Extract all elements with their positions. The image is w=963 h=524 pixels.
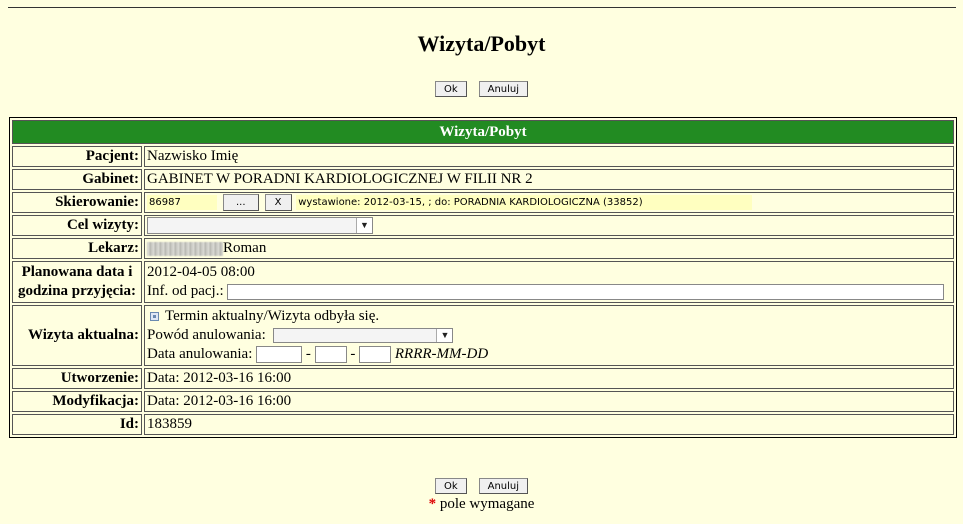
referral-browse-button[interactable]: ... [222, 194, 259, 212]
referral-clear-button[interactable]: X [264, 194, 292, 212]
referral-label: Skierowanie: [12, 192, 142, 214]
row-clinic: Gabinet: GABINET W PORADNI KARDIOLOGICZN… [12, 169, 954, 190]
referral-cell: 86987 ... X wystawione: 2012-03-15, ; do… [144, 192, 954, 214]
modified-value: Data: 2012-03-16 16:00 [144, 391, 954, 413]
row-id: Id: 183859 [12, 414, 954, 436]
doctor-name: Roman [223, 240, 267, 257]
patient-info-label: Inf. od pacj.: [147, 283, 224, 300]
cancel-date-day-input[interactable] [359, 346, 392, 364]
planned-datetime: 2012-04-05 08:00 [147, 264, 255, 281]
chevron-down-icon: ▼ [356, 218, 372, 234]
chevron-down-icon: ▼ [436, 329, 453, 343]
doctor-cell: Roman [144, 238, 954, 260]
patient-info-input[interactable] [227, 283, 945, 300]
row-created: Utworzenie: Data: 2012-03-16 16:00 [12, 368, 954, 390]
date-format-hint: RRRR-MM-DD [394, 346, 489, 363]
patient-label: Pacjent: [12, 146, 142, 167]
page-title: Wizyta/Pobyt [417, 31, 546, 56]
row-doctor: Lekarz: Roman [12, 238, 954, 260]
required-text: pole wymagane [439, 496, 535, 512]
required-field-note: * pole wymagane [0, 496, 963, 513]
ok-button-bottom[interactable]: Ok [434, 478, 467, 494]
row-referral: Skierowanie: 86987 ... X wystawione: 201… [12, 192, 954, 214]
visit-purpose-label: Cel wizyty: [12, 215, 142, 237]
cancel-button-top[interactable]: Anuluj [478, 81, 529, 97]
cancel-button-bottom[interactable]: Anuluj [478, 478, 529, 494]
row-planned: Planowana data i godzina przyjęcia: 2012… [12, 261, 954, 304]
required-marker: * [428, 496, 437, 512]
ok-button-top[interactable]: Ok [434, 81, 467, 97]
visit-form-table: Wizyta/Pobyt Pacjent: Nazwisko Imię Gabi… [9, 117, 957, 439]
cancel-reason-select[interactable]: ▼ [273, 328, 454, 344]
row-visit-purpose: Cel wizyty: ▼ [12, 215, 954, 237]
visit-purpose-select[interactable]: ▼ [147, 217, 373, 235]
current-checkbox-label: Termin aktualny/Wizyta odbyła się. [165, 308, 380, 325]
cancel-date-label: Data anulowania: [147, 346, 253, 363]
checkbox-icon[interactable] [150, 312, 159, 322]
current-cell: Termin aktualny/Wizyta odbyła się. Powód… [144, 305, 954, 367]
current-label: Wizyta aktualna: [12, 305, 142, 367]
planned-label: Planowana data i godzina przyjęcia: [12, 261, 142, 304]
modified-label: Modyfikacja: [12, 391, 142, 413]
created-label: Utworzenie: [12, 368, 142, 390]
top-button-row: Ok Anuluj [0, 81, 963, 97]
bottom-button-row: Ok Anuluj [0, 478, 963, 494]
redacted-surname [147, 241, 223, 256]
doctor-label: Lekarz: [12, 238, 142, 260]
visit-purpose-cell: ▼ [144, 215, 954, 237]
row-modified: Modyfikacja: Data: 2012-03-16 16:00 [12, 391, 954, 413]
date-separator: - [350, 346, 356, 363]
cancel-date-month-input[interactable] [314, 346, 347, 364]
referral-info: wystawione: 2012-03-15, ; do: PORADNIA K… [296, 195, 753, 211]
id-label: Id: [12, 414, 142, 436]
cancel-date-year-input[interactable] [256, 346, 303, 364]
planned-cell: 2012-04-05 08:00 Inf. od pacj.: [144, 261, 954, 304]
clinic-value: GABINET W PORADNI KARDIOLOGICZNEJ W FILI… [144, 169, 954, 190]
referral-number: 86987 [147, 195, 217, 211]
cancel-reason-label: Powód anulowania: [147, 327, 266, 344]
planned-label-line1: Planowana data i [21, 264, 133, 281]
row-current: Wizyta aktualna: Termin aktualny/Wizyta … [12, 305, 954, 367]
date-separator: - [305, 346, 311, 363]
patient-value: Nazwisko Imię [144, 146, 954, 167]
planned-label-line2: godzina przyjęcia: [18, 283, 136, 300]
row-patient: Pacjent: Nazwisko Imię [12, 146, 954, 167]
top-divider [8, 7, 956, 8]
created-value: Data: 2012-03-16 16:00 [144, 368, 954, 390]
id-value: 183859 [144, 414, 954, 436]
table-header: Wizyta/Pobyt [12, 120, 954, 144]
clinic-label: Gabinet: [12, 169, 142, 190]
